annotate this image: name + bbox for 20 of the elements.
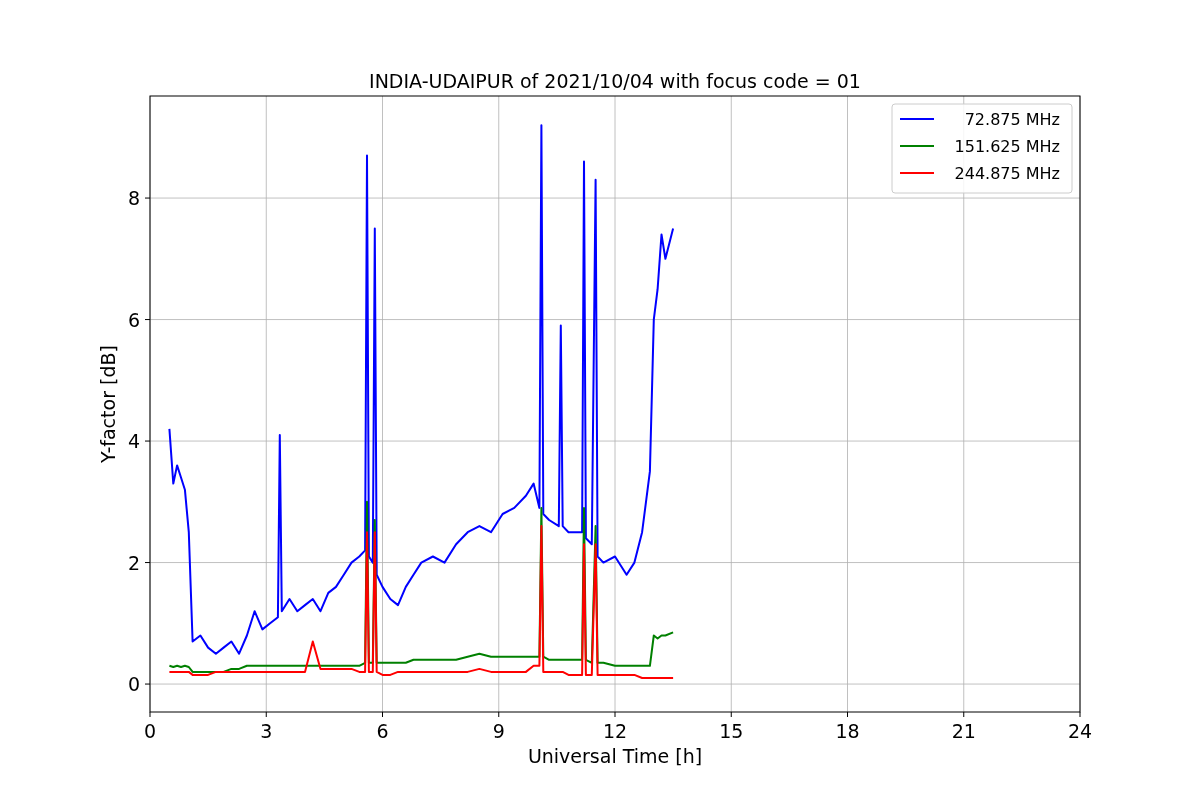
y-tick-label: 2 [127, 551, 140, 574]
y-tick-label: 0 [127, 673, 140, 696]
y-axis-label: Y-factor [dB] [97, 345, 119, 463]
x-tick-label: 21 [951, 720, 976, 742]
legend-label: 244.875 MHz [954, 164, 1060, 183]
legend-label: 72.875 MHz [964, 110, 1060, 129]
x-tick-label: 3 [260, 720, 273, 742]
x-tick-label: 24 [1067, 720, 1093, 742]
x-tick-label: 12 [602, 720, 628, 742]
y-tick-label: 4 [127, 430, 140, 453]
x-tick-label: 6 [376, 720, 389, 742]
x-tick-label: 0 [143, 720, 157, 742]
y-tick-label: 6 [127, 308, 140, 331]
y-tick-label: 8 [127, 187, 140, 210]
x-tick-label: 18 [835, 720, 860, 742]
x-tick-label: 15 [719, 720, 744, 742]
legend-label: 151.625 MHz [954, 137, 1060, 156]
x-tick-label: 9 [492, 720, 505, 742]
x-axis-label: Universal Time [h] [527, 745, 703, 767]
chart-title: INDIA-UDAIPUR of 2021/10/04 with focus code = 01 [369, 70, 861, 92]
